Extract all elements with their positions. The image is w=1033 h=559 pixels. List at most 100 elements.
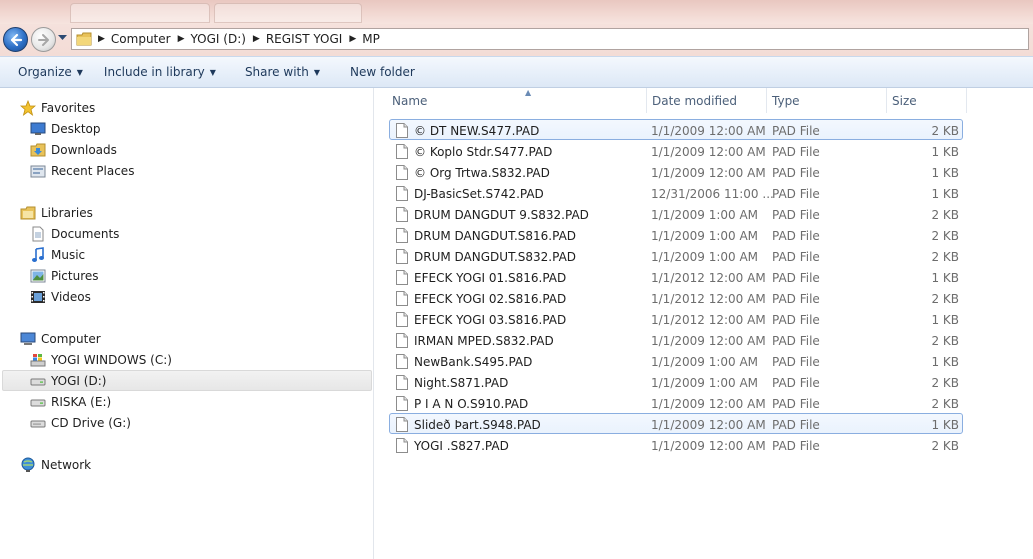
sort-ascending-icon: ▲ bbox=[525, 88, 532, 97]
file-name: © Koplo Stdr.S477.PAD bbox=[414, 144, 553, 159]
organize-menu[interactable]: Organize ▼ bbox=[0, 57, 92, 87]
file-icon bbox=[396, 417, 408, 432]
file-size: 2 KB bbox=[931, 438, 959, 453]
recent-pages-dropdown[interactable] bbox=[58, 35, 67, 41]
file-type: PAD File bbox=[772, 312, 820, 327]
nav-documents-label: Documents bbox=[51, 226, 120, 241]
file-date: 1/1/2009 12:00 AM bbox=[651, 396, 766, 411]
nav-music[interactable]: Music bbox=[30, 244, 85, 265]
file-row[interactable]: EFECK YOGI 01.S816.PAD 1/1/2012 12:00 AM P… bbox=[390, 267, 962, 288]
cd-drive-icon bbox=[30, 420, 46, 427]
file-type: PAD File bbox=[772, 249, 820, 264]
column-header-size[interactable]: Size bbox=[887, 88, 967, 113]
file-date: 1/1/2009 1:00 AM bbox=[651, 354, 759, 369]
nav-desktop[interactable]: Desktop bbox=[30, 118, 101, 139]
file-row[interactable]: © Koplo Stdr.S477.PAD 1/1/2009 12:00 AM PA… bbox=[390, 141, 962, 162]
column-header-name[interactable]: ▲ Name bbox=[387, 88, 647, 113]
back-button[interactable] bbox=[3, 27, 28, 52]
file-type: PAD File bbox=[772, 354, 820, 369]
file-date: 1/1/2009 12:00 AM bbox=[651, 438, 766, 453]
background-tab[interactable] bbox=[214, 3, 362, 23]
breadcrumb-drive[interactable]: YOGI (D:) bbox=[191, 32, 246, 46]
file-name-cell: EFECK YOGI 01.S816.PAD bbox=[396, 270, 566, 285]
breadcrumb-separator-icon[interactable]: ▶ bbox=[98, 34, 105, 44]
file-row[interactable]: NewBank.S495.PAD 1/1/2009 1:00 AM PAD File… bbox=[390, 351, 962, 372]
file-row[interactable]: IRMAN MPED.S832.PAD 1/1/2009 12:00 AM PAD … bbox=[390, 330, 962, 351]
file-row[interactable]: Slideð Þart.S948.PAD 1/1/2009 12:00 AM PAD… bbox=[390, 414, 962, 435]
breadcrumb-computer[interactable]: Computer bbox=[111, 32, 171, 46]
column-header-type[interactable]: Type bbox=[767, 88, 887, 113]
nav-recent-places[interactable]: Recent Places bbox=[30, 160, 134, 181]
breadcrumb-separator-icon[interactable]: ▶ bbox=[349, 34, 356, 44]
file-row[interactable]: DJ-BasicSet.S742.PAD 12/31/2006 11:00 ...… bbox=[390, 183, 962, 204]
nav-computer[interactable]: Computer bbox=[20, 328, 101, 349]
column-header-date[interactable]: Date modified bbox=[647, 88, 767, 113]
file-name: DJ-BasicSet.S742.PAD bbox=[414, 186, 544, 201]
breadcrumb-separator-icon[interactable]: ▶ bbox=[178, 34, 185, 44]
file-row[interactable]: P I A N O.S910.PAD 1/1/2009 12:00 AM PAD F… bbox=[390, 393, 962, 414]
forward-button[interactable] bbox=[31, 27, 56, 52]
nav-libraries-label: Libraries bbox=[41, 205, 93, 220]
file-row[interactable]: YOGI .S827.PAD 1/1/2009 12:00 AM PAD File 2… bbox=[390, 435, 962, 456]
file-row[interactable]: Night.S871.PAD 1/1/2009 1:00 AM PAD File 2 … bbox=[390, 372, 962, 393]
file-icon bbox=[396, 144, 408, 159]
file-size: 1 KB bbox=[931, 312, 959, 327]
nav-pictures[interactable]: Pictures bbox=[30, 265, 99, 286]
file-type: PAD File bbox=[772, 291, 820, 306]
nav-drive-e[interactable]: RISKA (E:) bbox=[30, 391, 111, 412]
nav-libraries[interactable]: Libraries bbox=[20, 202, 93, 223]
file-name: EFECK YOGI 01.S816.PAD bbox=[414, 270, 567, 285]
file-name: IRMAN MPED.S832.PAD bbox=[414, 333, 554, 348]
file-row[interactable]: EFECK YOGI 02.S816.PAD 1/1/2012 12:00 AM P… bbox=[390, 288, 962, 309]
include-in-library-menu[interactable]: Include in library ▼ bbox=[92, 57, 225, 87]
column-size-label: Size bbox=[892, 93, 917, 108]
file-date: 1/1/2012 12:00 AM bbox=[651, 270, 766, 285]
file-name: Slideð Þart.S948.PAD bbox=[414, 417, 541, 432]
nav-favorites[interactable]: Favorites bbox=[20, 97, 95, 118]
file-row[interactable]: DRUM DANGDUT 9.S832.PAD 1/1/2009 1:00 AM P… bbox=[390, 204, 962, 225]
file-name-cell: DJ-BasicSet.S742.PAD bbox=[396, 186, 544, 201]
file-row[interactable]: EFECK YOGI 03.S816.PAD 1/1/2012 12:00 AM P… bbox=[390, 309, 962, 330]
new-folder-button[interactable]: New folder bbox=[329, 57, 424, 87]
file-type: PAD File bbox=[772, 417, 820, 432]
network-icon bbox=[21, 457, 35, 472]
column-date-label: Date modified bbox=[652, 93, 738, 108]
file-row[interactable]: © DT NEW.S477.PAD 1/1/2009 12:00 AM PAD Fi… bbox=[390, 120, 962, 141]
file-name: P I A N O.S910.PAD bbox=[414, 396, 529, 411]
nav-drive-g[interactable]: CD Drive (G:) bbox=[30, 412, 131, 433]
file-date: 1/1/2009 1:00 AM bbox=[651, 207, 759, 222]
nav-network[interactable]: Network bbox=[20, 454, 91, 475]
share-with-menu[interactable]: Share with ▼ bbox=[225, 57, 329, 87]
file-name-cell: Night.S871.PAD bbox=[396, 375, 508, 390]
organize-label: Organize bbox=[18, 65, 72, 79]
address-bar[interactable]: ▶ Computer ▶ YOGI (D:) ▶ REGIST YOGI ▶ M… bbox=[71, 28, 1029, 50]
nav-drive-d[interactable]: YOGI (D:) bbox=[2, 370, 372, 391]
background-tab[interactable] bbox=[70, 3, 210, 23]
file-row[interactable]: DRUM DANGDUT.S816.PAD 1/1/2009 1:00 AM PAD… bbox=[390, 225, 962, 246]
breadcrumb-separator-icon[interactable]: ▶ bbox=[253, 34, 260, 44]
file-date: 1/1/2009 12:00 AM bbox=[651, 417, 766, 432]
column-type-label: Type bbox=[772, 93, 800, 108]
nav-music-label: Music bbox=[51, 247, 86, 262]
file-size: 2 KB bbox=[931, 333, 959, 348]
file-row[interactable]: DRUM DANGDUT.S832.PAD 1/1/2009 1:00 AM PAD… bbox=[390, 246, 962, 267]
file-name-cell: DRUM DANGDUT 9.S832.PAD bbox=[396, 207, 589, 222]
file-name-cell: P I A N O.S910.PAD bbox=[396, 396, 528, 411]
file-type: PAD File bbox=[772, 396, 820, 411]
nav-videos[interactable]: Videos bbox=[30, 286, 91, 307]
nav-drive-e-label: RISKA (E:) bbox=[51, 394, 112, 409]
nav-drive-c[interactable]: YOGI WINDOWS (C:) bbox=[30, 349, 172, 370]
downloads-folder-icon bbox=[30, 143, 46, 156]
nav-downloads[interactable]: Downloads bbox=[30, 139, 117, 160]
breadcrumb-folder[interactable]: REGIST YOGI bbox=[266, 32, 342, 46]
breadcrumb-current[interactable]: MP bbox=[362, 32, 380, 46]
top-strip bbox=[0, 0, 1033, 24]
file-row[interactable]: © Org Trtwa.S832.PAD 1/1/2009 12:00 AM PAD… bbox=[390, 162, 962, 183]
file-size: 2 KB bbox=[931, 123, 959, 138]
folder-icon bbox=[76, 32, 92, 46]
star-icon bbox=[20, 99, 36, 116]
arrow-right-icon bbox=[38, 34, 49, 46]
file-icon bbox=[396, 312, 408, 327]
file-icon bbox=[396, 228, 408, 243]
nav-documents[interactable]: Documents bbox=[30, 223, 119, 244]
